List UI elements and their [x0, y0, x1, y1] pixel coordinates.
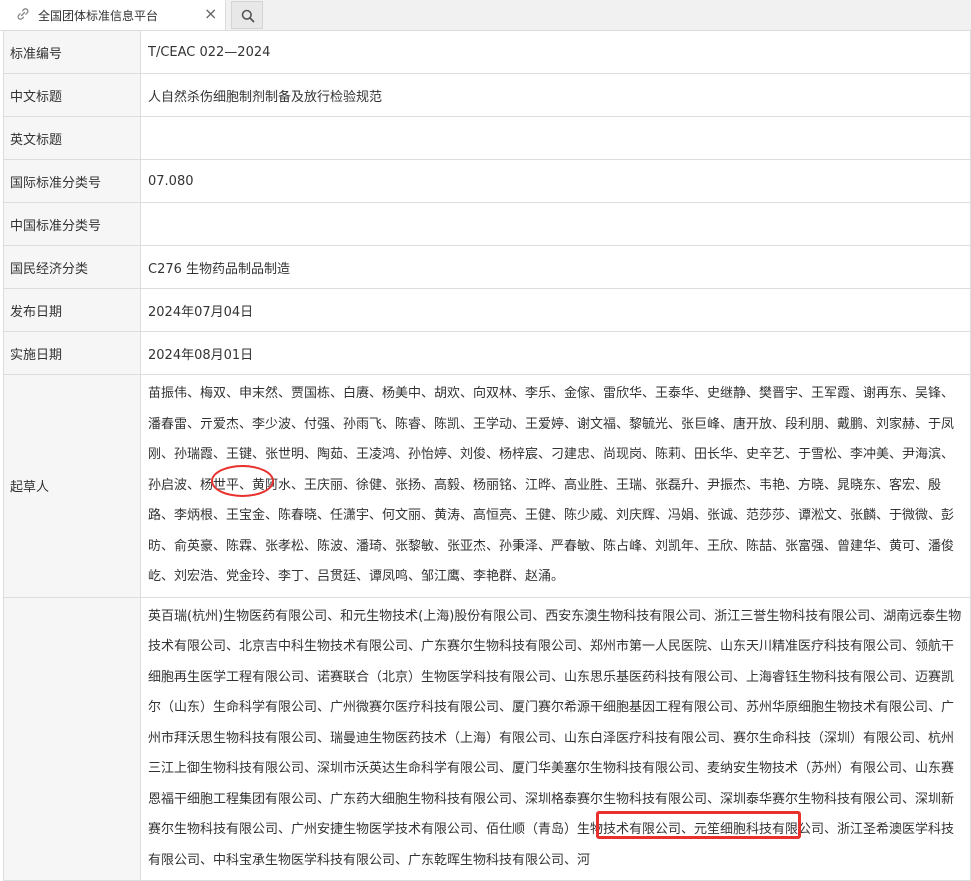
row-label: 国际标准分类号	[3, 159, 141, 203]
row-label: 实施日期	[3, 331, 141, 375]
table-row: 发布日期 2024年07月04日	[3, 288, 971, 332]
table-row: 国民经济分类 C276 生物药品制品制造	[3, 245, 971, 289]
browser-tab[interactable]: 全国团体标准信息平台 ×	[0, 0, 226, 30]
row-value: 2024年08月01日	[140, 331, 971, 375]
row-label: 中国标准分类号	[3, 202, 141, 246]
link-icon	[17, 8, 29, 20]
row-value: C276 生物药品制品制造	[140, 245, 971, 289]
row-value: 07.080	[140, 159, 971, 203]
table-row: 国际标准分类号 07.080	[3, 159, 971, 203]
units-list: 英百瑞(杭州)生物医药有限公司、和元生物技术(上海)股份有限公司、西安东澳生物科…	[148, 608, 962, 868]
drafters-label: 起草人	[3, 374, 141, 598]
row-label: 发布日期	[3, 288, 141, 332]
units-label	[3, 596, 141, 881]
row-value: 2024年07月04日	[140, 288, 971, 332]
row-value: T/CEAC 022—2024	[140, 30, 971, 74]
row-value	[140, 202, 971, 246]
row-value	[140, 116, 971, 160]
row-label: 中文标题	[3, 73, 141, 117]
tab-bar: 全国团体标准信息平台 ×	[0, 0, 971, 31]
row-label: 国民经济分类	[3, 245, 141, 289]
units-value: 英百瑞(杭州)生物医药有限公司、和元生物技术(上海)股份有限公司、西安东澳生物科…	[140, 596, 971, 881]
tab-title: 全国团体标准信息平台	[38, 9, 159, 23]
table-row-drafters: 起草人 苗振伟、梅双、申末然、贾国栋、白赓、杨美中、胡欢、向双林、李乐、金傢、雷…	[3, 374, 971, 598]
table-row: 英文标题	[3, 116, 971, 160]
table-row: 中国标准分类号	[3, 202, 971, 246]
table-row: 标准编号 T/CEAC 022—2024	[3, 30, 971, 74]
search-button[interactable]	[231, 1, 263, 29]
drafters-value: 苗振伟、梅双、申末然、贾国栋、白赓、杨美中、胡欢、向双林、李乐、金傢、雷欣华、王…	[140, 374, 971, 598]
row-value: 人自然杀伤细胞制剂制备及放行检验规范	[140, 73, 971, 117]
close-icon[interactable]: ×	[204, 5, 217, 23]
standard-info-table: 标准编号 T/CEAC 022—2024 中文标题 人自然杀伤细胞制剂制备及放行…	[3, 30, 971, 881]
table-row: 实施日期 2024年08月01日	[3, 331, 971, 375]
table-row: 中文标题 人自然杀伤细胞制剂制备及放行检验规范	[3, 73, 971, 117]
row-label: 英文标题	[3, 116, 141, 160]
row-label: 标准编号	[3, 30, 141, 74]
drafters-list: 苗振伟、梅双、申末然、贾国栋、白赓、杨美中、胡欢、向双林、李乐、金傢、雷欣华、王…	[148, 386, 955, 584]
search-icon	[241, 9, 255, 23]
table-row-units: 英百瑞(杭州)生物医药有限公司、和元生物技术(上海)股份有限公司、西安东澳生物科…	[3, 596, 971, 881]
